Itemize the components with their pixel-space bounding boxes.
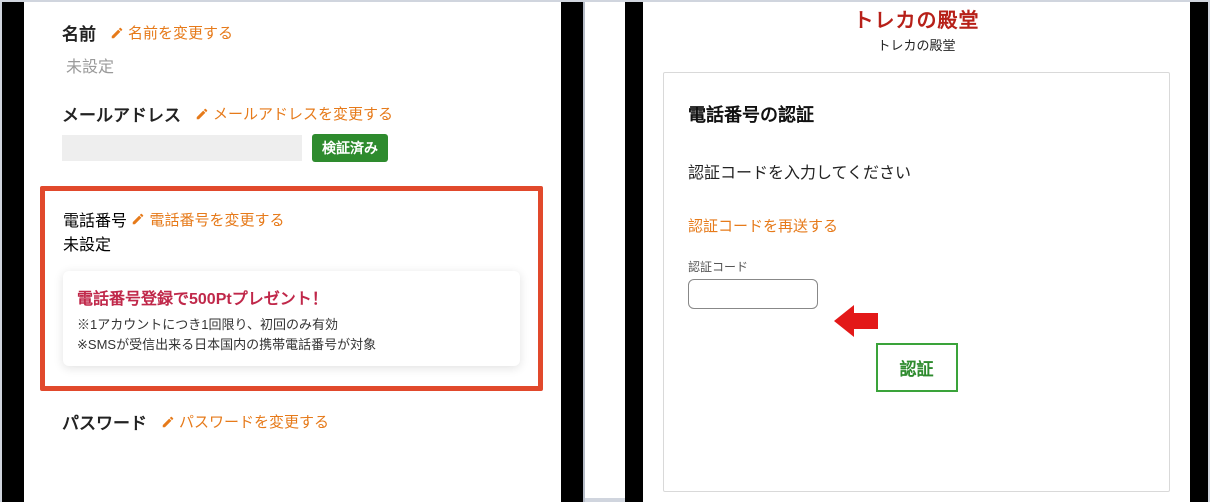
phone-value: 未設定 [63,231,520,255]
password-label: パスワード [62,409,147,434]
panel-lead: 認証コードを入力してください [688,159,1145,183]
logo-wrap: トレカの殿堂 トレカの殿堂 [663,2,1170,54]
email-edit-text: メールアドレスを変更する [213,103,393,124]
verification-panel: 電話番号の認証 認証コードを入力してください 認証コードを再送する 認証コード … [663,72,1170,492]
arrow-icon [834,301,878,341]
pencil-icon [131,212,145,226]
email-row: メールアドレス メールアドレスを変更する 検証済み [62,101,531,162]
phone-edit-link[interactable]: 電話番号を変更する [131,209,284,230]
pencil-icon [195,107,209,121]
email-field[interactable] [62,135,302,161]
name-row: 名前 名前を変更する 未設定 [62,20,531,77]
code-label: 認証コード [688,258,1145,275]
panel-title: 電話番号の認証 [688,101,1145,127]
name-edit-text: 名前を変更する [128,22,233,43]
phone-bezel [561,2,583,502]
phone-bezel [2,2,24,502]
email-edit-link[interactable]: メールアドレスを変更する [195,103,393,124]
name-value: 未設定 [66,53,531,77]
right-phone-frame: トレカの殿堂 トレカの殿堂 電話番号の認証 認証コードを入力してください 認証コ… [625,2,1208,502]
right-screen: トレカの殿堂 トレカの殿堂 電話番号の認証 認証コードを入力してください 認証コ… [643,2,1190,502]
email-label: メールアドレス [62,101,181,126]
left-screen: 名前 名前を変更する 未設定 メールアドレス メールアドレスを変更する [24,2,561,502]
phone-label: 電話番号 [63,213,127,230]
brand-logo: トレカの殿堂 [663,4,1170,33]
phone-highlight-box: 電話番号 電話番号を変更する 未設定 電話番号登録で500Ptプレゼント！ ※1… [40,186,543,391]
brand-logo-text: トレカの殿堂 [854,10,980,32]
phone-promo-card: 電話番号登録で500Ptプレゼント！ ※1アカウントにつき1回限り、初回のみ有効… [63,271,520,366]
name-edit-link[interactable]: 名前を変更する [110,22,233,43]
brand-subtitle: トレカの殿堂 [663,35,1170,54]
code-input[interactable] [688,279,818,309]
name-label: 名前 [62,20,96,45]
resend-link[interactable]: 認証コードを再送する [688,215,838,236]
verify-button[interactable]: 認証 [876,343,958,392]
promo-note-2: ※SMSが受信出来る日本国内の携帯電話番号が対象 [77,335,506,355]
phone-bezel [625,2,643,502]
email-verified-badge: 検証済み [312,134,388,162]
password-edit-link[interactable]: パスワードを変更する [161,411,329,432]
phone-bezel [1190,2,1208,502]
password-row: パスワード パスワードを変更する [62,409,531,434]
pencil-icon [161,415,175,429]
promo-title: 電話番号登録で500Ptプレゼント！ [77,285,506,309]
left-phone-frame: 名前 名前を変更する 未設定 メールアドレス メールアドレスを変更する [2,2,585,502]
pencil-icon [110,26,124,40]
phone-edit-text: 電話番号を変更する [149,209,284,230]
promo-note-1: ※1アカウントにつき1回限り、初回のみ有効 [77,315,506,335]
password-edit-text: パスワードを変更する [179,411,329,432]
